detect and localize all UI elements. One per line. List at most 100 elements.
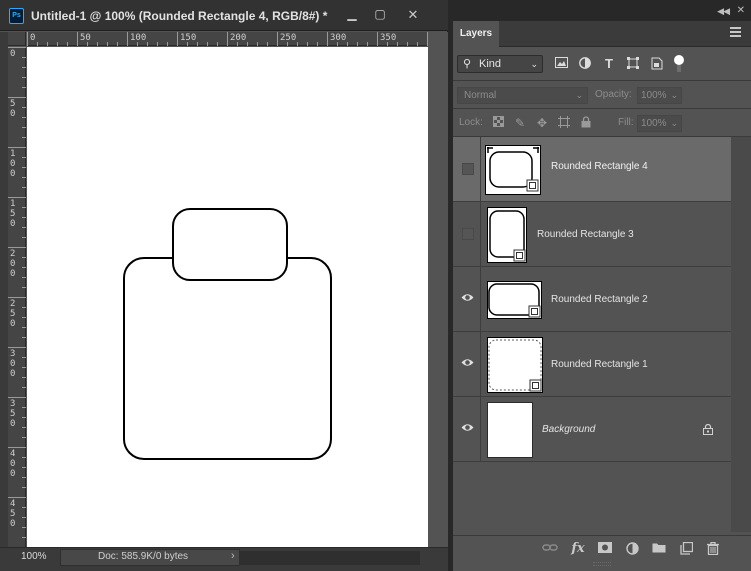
ruler-tick — [22, 527, 26, 528]
lock-artboard-icon[interactable] — [557, 116, 571, 130]
adjustment-layer-icon[interactable] — [624, 542, 640, 556]
ruler-label: 150 — [10, 199, 16, 229]
ruler-label: 350 — [380, 33, 397, 43]
close-panel-icon[interactable]: ✕ — [737, 5, 745, 16]
ruler-tick — [157, 42, 158, 46]
visibility-off-box — [462, 228, 474, 240]
chevron-right-icon[interactable]: › — [231, 550, 235, 562]
ruler-tick — [8, 347, 26, 348]
ruler-tick — [22, 277, 26, 278]
layer-name[interactable]: Rounded Rectangle 4 — [551, 161, 648, 172]
layer-name[interactable]: Rounded Rectangle 1 — [551, 359, 648, 370]
adjustment-filter-icon[interactable] — [578, 57, 592, 71]
ruler-tick — [367, 42, 368, 46]
ruler-tick — [22, 207, 26, 208]
maximize-button[interactable]: ▢ — [367, 7, 393, 23]
ruler-tick — [22, 187, 26, 188]
collapse-panel-icon[interactable]: ◀◀ — [717, 6, 730, 17]
ruler-tick — [22, 317, 26, 318]
vertical-ruler[interactable]: 0 50 100 150 200 250 300 350 400 450 — [8, 47, 26, 548]
ruler-tick — [8, 147, 26, 148]
fill-field[interactable]: 100% ⌄ — [637, 115, 682, 132]
layer-row[interactable]: Rounded Rectangle 2 — [453, 267, 731, 332]
ruler-tick — [22, 127, 26, 128]
kind-filter-select[interactable]: ⚲ Kind ⌄ — [457, 55, 543, 73]
type-filter-icon[interactable]: T — [602, 57, 616, 71]
add-mask-icon[interactable] — [597, 542, 613, 556]
opacity-field[interactable]: 100% ⌄ — [637, 87, 682, 104]
ruler-tick — [327, 32, 328, 46]
opacity-value: 100% — [641, 90, 667, 101]
ruler-tick — [217, 42, 218, 46]
layers-scrollbar[interactable] — [731, 137, 751, 532]
visibility-toggle[interactable] — [453, 137, 481, 201]
ruler-tick — [297, 42, 298, 46]
layer-name[interactable]: Rounded Rectangle 3 — [537, 229, 634, 240]
link-layers-icon[interactable] — [542, 542, 558, 556]
layer-row[interactable]: Rounded Rectangle 3 — [453, 202, 731, 267]
layer-name[interactable]: Background — [542, 424, 595, 435]
smart-object-filter-icon[interactable] — [650, 57, 664, 71]
ruler-label: 50 — [80, 33, 91, 43]
ruler-tick — [317, 42, 318, 46]
document-titlebar[interactable]: Ps Untitled-1 @ 100% (Rounded Rectangle … — [0, 0, 448, 31]
ruler-tick — [22, 287, 26, 288]
layer-thumbnail[interactable] — [487, 337, 543, 393]
ruler-tick — [267, 42, 268, 46]
ruler-tick — [417, 42, 418, 46]
ruler-tick — [8, 247, 26, 248]
horizontal-scrollbar[interactable] — [240, 551, 420, 565]
lock-image-pixels-icon[interactable]: ✎ — [513, 116, 527, 130]
ruler-origin[interactable] — [8, 32, 26, 46]
ruler-label: 400 — [10, 449, 16, 479]
tab-layers[interactable]: Layers — [453, 21, 499, 47]
shape-filter-icon[interactable] — [626, 57, 640, 71]
ruler-label: 250 — [280, 33, 297, 43]
panel-menu-icon[interactable] — [730, 27, 741, 39]
layer-row[interactable]: Background — [453, 397, 731, 462]
visibility-toggle[interactable] — [453, 397, 481, 461]
lock-position-icon[interactable]: ✥ — [535, 116, 549, 130]
layer-name[interactable]: Rounded Rectangle 2 — [551, 294, 648, 305]
ruler-tick — [22, 387, 26, 388]
ruler-tick — [22, 137, 26, 138]
ruler-tick — [22, 157, 26, 158]
new-layer-icon[interactable] — [678, 541, 694, 556]
ruler-tick — [22, 477, 26, 478]
doc-info[interactable]: Doc: 585.9K/0 bytes — [60, 549, 240, 566]
lock-all-icon[interactable] — [579, 116, 593, 130]
blend-mode-select[interactable]: Normal ⌄ — [457, 87, 588, 104]
ruler-tick — [22, 167, 26, 168]
blend-mode-value: Normal — [464, 90, 497, 101]
layer-row[interactable]: Rounded Rectangle 4 — [453, 137, 731, 202]
zoom-level[interactable]: 100% — [21, 551, 47, 562]
ruler-label: 300 — [10, 349, 16, 379]
layer-thumbnail[interactable] — [485, 145, 541, 195]
horizontal-ruler[interactable]: 0 50 100 150 200 250 300 350 — [27, 32, 428, 46]
image-filter-icon[interactable] — [554, 57, 568, 71]
visibility-toggle[interactable] — [453, 332, 481, 396]
lock-transparent-pixels-icon[interactable] — [491, 116, 505, 130]
fx-icon[interactable]: fx — [570, 542, 586, 556]
minimize-button[interactable]: ▁ — [339, 7, 365, 23]
ruler-label: 450 — [10, 499, 16, 529]
visibility-toggle[interactable] — [453, 202, 481, 266]
lock-icon[interactable] — [703, 424, 713, 435]
delete-layer-icon[interactable] — [705, 541, 721, 556]
filter-toggle-icon[interactable] — [674, 55, 684, 73]
layer-thumbnail[interactable] — [487, 281, 542, 319]
ruler-tick — [8, 397, 26, 398]
canvas[interactable] — [27, 47, 428, 547]
new-group-icon[interactable] — [651, 542, 667, 556]
canvas-artwork — [123, 208, 332, 460]
layer-thumbnail[interactable] — [487, 207, 527, 263]
visibility-toggle[interactable] — [453, 267, 481, 331]
layer-thumbnail[interactable] — [487, 402, 533, 458]
ruler-tick — [8, 447, 26, 448]
panel-resize-grip[interactable] — [593, 562, 611, 566]
layer-row[interactable]: Rounded Rectangle 1 — [453, 332, 731, 397]
ruler-tick — [22, 77, 26, 78]
ruler-tick — [22, 427, 26, 428]
ruler-tick — [22, 517, 26, 518]
close-button[interactable]: ✕ — [400, 7, 426, 23]
